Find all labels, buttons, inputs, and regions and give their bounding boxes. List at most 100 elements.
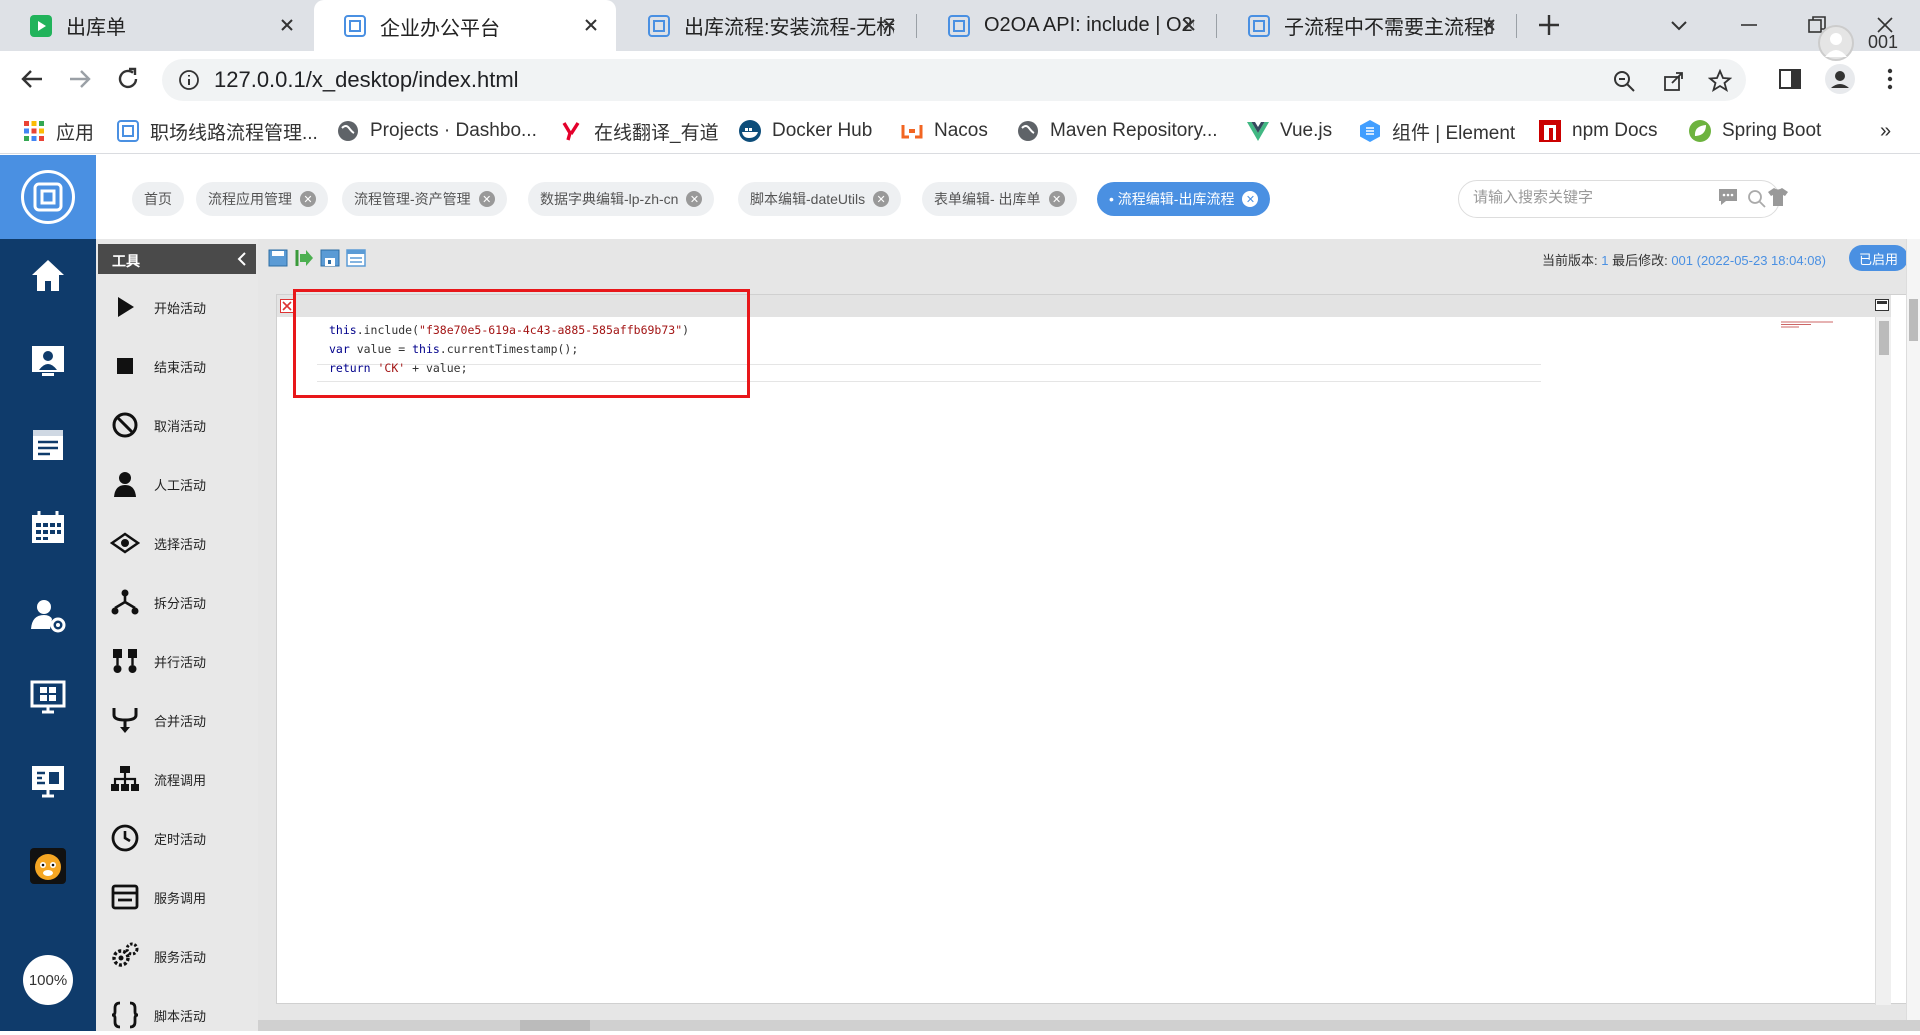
nav-tab-form-edit[interactable]: 表单编辑- 出库单 ✕ (922, 182, 1077, 216)
palette-item-script[interactable]: 脚本活动 (110, 995, 258, 1035)
bookmark-9[interactable]: npm Docs (1538, 116, 1658, 146)
nav-tab-app-manage[interactable]: 流程应用管理 ✕ (196, 182, 328, 216)
bookmark-label: Docker Hub (772, 120, 873, 141)
bookmarks-overflow-button[interactable]: » (1880, 116, 1891, 146)
side-panel-icon[interactable] (1776, 65, 1804, 93)
browser-tab-3[interactable]: 出库流程:安装流程-无标题 (618, 0, 914, 51)
app-logo[interactable] (0, 155, 96, 239)
close-tab-icon[interactable] (276, 14, 298, 36)
close-tab-icon[interactable] (1478, 14, 1500, 36)
palette-item-cancel[interactable]: 取消活动 (110, 405, 258, 445)
palette-item-start[interactable]: 开始活动 (110, 287, 258, 327)
palette-item-merge[interactable]: 合并活动 (110, 700, 258, 740)
bookmark-3[interactable]: 在线翻译_有道 (560, 116, 719, 146)
site-info-icon[interactable] (178, 69, 200, 91)
close-tab-icon[interactable]: ✕ (478, 191, 495, 207)
bookmark-label: Projects · Dashbo... (370, 120, 537, 141)
palette-item-timer[interactable]: 定时活动 (110, 818, 258, 858)
document-list-icon[interactable] (28, 425, 68, 465)
palette-item-split[interactable]: 拆分活动 (110, 582, 258, 622)
bookmark-8[interactable]: 组件 | Element (1358, 116, 1515, 146)
save-icon[interactable] (268, 248, 288, 268)
skin-shirt-icon[interactable] (1766, 185, 1790, 209)
palette-item-choice[interactable]: 选择活动 (110, 523, 258, 563)
reload-icon[interactable] (114, 65, 142, 93)
palette-item-end[interactable]: 结束活动 (110, 346, 258, 386)
tab-search-chevron-icon[interactable] (1666, 12, 1692, 38)
close-tab-icon[interactable]: ✕ (300, 191, 316, 207)
bookmark-5[interactable]: Nacos (900, 116, 988, 146)
share-icon[interactable] (1662, 69, 1686, 93)
scrollbar-thumb[interactable] (520, 1020, 590, 1031)
bookmark-apps[interactable]: 应用 (22, 116, 94, 146)
bookmark-4[interactable]: Docker Hub (738, 116, 872, 146)
nav-tab-home[interactable]: 首页 (132, 182, 184, 216)
nav-tab-dict-edit[interactable]: 数据字典编辑-lp-zh-cn ✕ (528, 182, 715, 216)
forward-arrow-icon[interactable] (66, 65, 94, 93)
error-close-icon[interactable] (280, 299, 294, 313)
code-minimap[interactable] (1781, 321, 1871, 329)
monitor-grid-icon[interactable] (28, 677, 68, 717)
browser-tab-2[interactable]: 企业办公平台 (314, 0, 616, 52)
status-badge[interactable]: 已启用 (1848, 245, 1908, 271)
browser-tab-1[interactable]: 出库单 (0, 0, 312, 51)
page-scrollbar[interactable] (1906, 239, 1920, 1020)
close-tab-icon[interactable] (580, 14, 602, 36)
nav-tab-script-edit[interactable]: 脚本编辑-dateUtils ✕ (738, 182, 902, 216)
chat-icon[interactable] (1716, 185, 1740, 209)
zoom-level-badge[interactable]: 100% (23, 955, 73, 1005)
close-tab-icon[interactable] (878, 14, 900, 36)
home-icon[interactable] (28, 256, 68, 296)
close-tab-icon[interactable]: ✕ (686, 191, 703, 207)
nav-tab-label: 表单编辑- 出库单 (934, 191, 1041, 207)
search-icon[interactable] (1747, 189, 1767, 209)
avatar[interactable] (1818, 25, 1854, 61)
palette-item-subprocess[interactable]: 流程调用 (110, 759, 258, 799)
bookmark-7[interactable]: Vue.js (1246, 116, 1332, 146)
palette-item-manual[interactable]: 人工活动 (110, 464, 258, 504)
close-tab-icon[interactable]: ✕ (1048, 191, 1065, 207)
bookmark-6[interactable]: Maven Repository... (1016, 116, 1218, 146)
palette-item-service-call[interactable]: 服务调用 (110, 877, 258, 917)
nav-tab-process-manage[interactable]: 流程管理-资产管理 ✕ (342, 182, 507, 216)
close-tab-icon[interactable]: ✕ (1242, 191, 1259, 207)
zoom-icon[interactable] (1612, 69, 1636, 93)
npm-icon (1539, 120, 1561, 142)
calendar-icon[interactable] (28, 508, 68, 548)
profile-avatar-icon[interactable] (1824, 63, 1856, 95)
properties-window-icon[interactable] (346, 248, 366, 268)
publish-arrow-icon[interactable] (294, 248, 314, 268)
bookmark-10[interactable]: Spring Boot (1688, 116, 1821, 146)
palette-item-parallel[interactable]: 并行活动 (110, 641, 258, 681)
mascot-app-icon[interactable] (28, 846, 68, 886)
close-tab-icon[interactable] (1178, 14, 1200, 36)
address-bar[interactable]: 127.0.0.1/x_desktop/index.html (162, 59, 1746, 101)
code-editor[interactable]: this.include("f38e70e5-619a-4c43-a885-58… (277, 317, 1891, 1005)
new-tab-icon[interactable] (1536, 12, 1562, 38)
browser-tab-4[interactable]: O2OA API: include | O2OA (918, 0, 1214, 51)
dashboard-monitor-icon[interactable] (28, 761, 68, 801)
close-tab-icon[interactable]: ✕ (873, 191, 890, 207)
search-input[interactable] (1473, 189, 1733, 206)
scrollbar-thumb[interactable] (1879, 321, 1889, 355)
horizontal-scrollbar[interactable] (258, 1020, 1920, 1031)
bookmark-star-icon[interactable] (1708, 69, 1732, 93)
maximize-editor-icon[interactable] (1875, 299, 1889, 311)
person-board-icon[interactable] (28, 341, 68, 381)
nav-tab-process-edit[interactable]: • 流程编辑-出库流程 ✕ (1097, 182, 1271, 216)
collapse-chevron-icon[interactable] (234, 250, 250, 268)
last-modified-value: 001 (2022-05-23 18:04:08) (1671, 253, 1826, 268)
palette-item-service-activity[interactable]: 服务活动 (110, 936, 258, 976)
save-as-icon[interactable] (320, 248, 340, 268)
menu-dots-icon[interactable] (1876, 65, 1904, 93)
bookmark-1[interactable]: 职场线路流程管理... (116, 116, 318, 146)
browser-tab-5[interactable]: 子流程中不需要主流程的数据 (1218, 0, 1514, 51)
scrollbar-thumb[interactable] (1909, 299, 1918, 341)
bookmark-label: 组件 | Element (1392, 122, 1516, 144)
editor-scrollbar[interactable] (1875, 317, 1891, 1005)
user-settings-icon[interactable] (28, 595, 68, 635)
username[interactable]: 001 (1868, 32, 1898, 53)
bookmark-2[interactable]: Projects · Dashbo... (336, 116, 537, 146)
minimize-icon[interactable] (1736, 12, 1762, 38)
back-arrow-icon[interactable] (18, 65, 46, 93)
